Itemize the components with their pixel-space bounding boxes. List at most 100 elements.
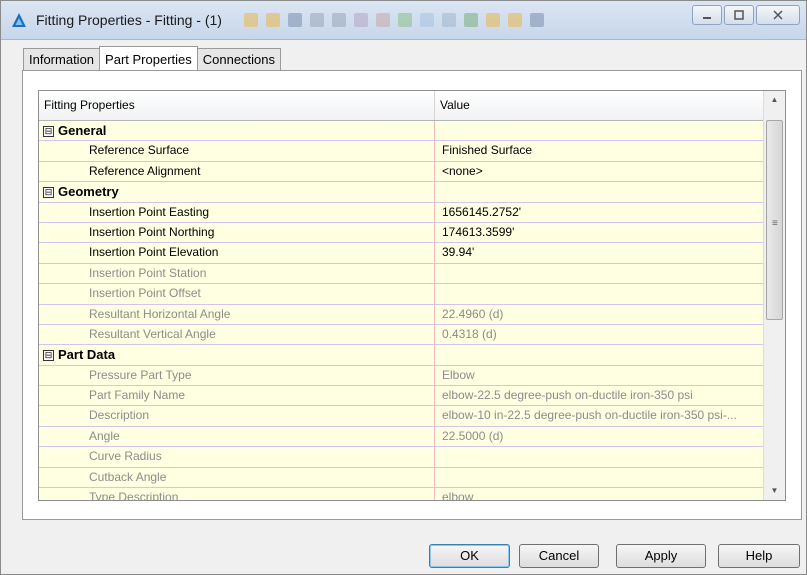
property-row[interactable]: Pressure Part Type Elbow (39, 365, 785, 387)
tab-connections[interactable]: Connections (196, 48, 282, 70)
category-cell: ⊟ Part Data (39, 345, 435, 365)
category-label: General (58, 123, 107, 138)
property-name: Curve Radius (39, 447, 435, 467)
close-icon (773, 10, 783, 20)
property-value: elbow-10 in-22.5 degree-push on-ductile … (442, 408, 737, 423)
collapse-icon[interactable]: ⊟ (43, 187, 54, 199)
category-label: Part Data (58, 347, 116, 363)
layer-icon (398, 13, 412, 27)
property-name: Insertion Point Station (39, 263, 435, 284)
property-name: Insertion Point Offset (39, 284, 435, 304)
category-row[interactable]: ⊟ Part Data (39, 345, 785, 366)
property-value: elbow-22.5 degree-push on-ductile iron-3… (442, 388, 693, 403)
redo-icon (332, 13, 346, 27)
property-value[interactable]: 174613.3599' (435, 223, 765, 242)
property-row[interactable]: Part Family Name elbow-22.5 degree-push o… (39, 386, 785, 407)
property-name: Description (39, 406, 435, 426)
minimize-icon (703, 17, 711, 19)
property-row[interactable]: Insertion Point Easting 1656145.2752' (39, 202, 785, 223)
scroll-down-icon[interactable]: ▼ (764, 482, 785, 500)
property-row[interactable]: Resultant Vertical Angle 0.4318 (d) (39, 324, 785, 346)
pan-icon (442, 13, 456, 27)
property-name: Resultant Horizontal Angle (39, 304, 435, 324)
property-row[interactable]: Cutback Angle (39, 467, 785, 489)
property-row[interactable]: Resultant Horizontal Angle 22.4960 (d) (39, 304, 785, 325)
category-label: Geometry (58, 184, 119, 200)
property-name: Insertion Point Northing (39, 222, 435, 243)
property-value (435, 121, 765, 140)
category-cell: ⊟ General (39, 121, 435, 141)
property-value (435, 264, 765, 283)
property-name: Resultant Vertical Angle (39, 324, 435, 345)
property-name: Insertion Point Easting (39, 202, 435, 222)
column-header-fitting-properties[interactable]: Fitting Properties (39, 91, 435, 120)
property-row[interactable]: Curve Radius (39, 447, 785, 468)
tab-part-properties[interactable]: Part Properties (99, 46, 198, 70)
property-value[interactable]: Finished Surface (435, 141, 765, 160)
category-row[interactable]: ⊟ Geometry (39, 182, 785, 203)
fitting-properties-dialog: Fitting Properties - Fitting - (1) Infor… (0, 0, 807, 575)
property-row[interactable]: Reference Alignment <none> (39, 161, 785, 183)
folder-icon (486, 13, 500, 27)
undo-icon (310, 13, 324, 27)
property-row[interactable]: Type Description elbow (39, 488, 785, 501)
property-name: Angle (39, 426, 435, 447)
property-value: Elbow (442, 367, 475, 382)
apply-button[interactable]: Apply (616, 544, 706, 568)
tab-strip: Information Part Properties Connections (23, 46, 282, 71)
tab-panel: Fitting Properties Value ⊟ General Referen… (22, 70, 802, 520)
category-row[interactable]: ⊟ General (39, 121, 785, 142)
cancel-button[interactable]: Cancel (519, 544, 599, 568)
maximize-icon (734, 10, 744, 20)
property-name: Reference Surface (39, 141, 435, 161)
property-value: 0.4318 (d) (442, 326, 497, 341)
property-row[interactable]: Insertion Point Offset (39, 284, 785, 305)
folder-icon (244, 13, 258, 27)
property-name: Part Family Name (39, 386, 435, 406)
ok-button[interactable]: OK (429, 544, 510, 568)
grid-header: Fitting Properties Value (39, 91, 785, 121)
property-value: elbow (442, 490, 474, 501)
title-bar[interactable]: Fitting Properties - Fitting - (1) (1, 1, 806, 40)
window-title: Fitting Properties - Fitting - (1) (36, 12, 222, 28)
property-name: Cutback Angle (39, 467, 435, 488)
property-row[interactable]: Insertion Point Station (39, 263, 785, 285)
match-properties-icon (420, 13, 434, 27)
collapse-icon[interactable]: ⊟ (43, 350, 54, 362)
property-name: Insertion Point Elevation (39, 243, 435, 263)
property-row[interactable]: Insertion Point Elevation 39.94' (39, 243, 785, 264)
property-value (435, 284, 765, 303)
maximize-button[interactable] (724, 5, 754, 25)
collapse-icon[interactable]: ⊟ (43, 126, 54, 138)
property-row[interactable]: Insertion Point Northing 174613.3599' (39, 222, 785, 244)
property-value[interactable]: 39.94' (435, 243, 765, 262)
property-row[interactable]: Angle 22.5000 (d) (39, 426, 785, 448)
folder-icon (508, 13, 522, 27)
property-value (435, 447, 765, 466)
property-row[interactable]: Description elbow-10 in-22.5 degree-push … (39, 406, 785, 427)
grip-icon: ≡ (772, 218, 778, 229)
column-header-value[interactable]: Value (435, 91, 765, 120)
property-value (435, 468, 765, 487)
save-icon (288, 13, 302, 27)
category-cell: ⊟ Geometry (39, 182, 435, 202)
measure-icon (354, 13, 368, 27)
property-row[interactable]: Reference Surface Finished Surface (39, 141, 785, 162)
property-value: 22.5000 (d) (442, 428, 504, 443)
scroll-thumb[interactable]: ≡ (766, 120, 783, 320)
tab-information[interactable]: Information (23, 48, 101, 70)
property-value (435, 345, 765, 364)
property-value: 22.4960 (d) (442, 306, 504, 321)
quick-access-toolbar (244, 10, 714, 30)
window-controls (692, 5, 800, 25)
help-button[interactable]: Help (718, 544, 800, 568)
vertical-scrollbar[interactable]: ▲ ≡ ▼ (763, 91, 785, 500)
property-value[interactable]: 1656145.2752' (435, 203, 765, 222)
minimize-button[interactable] (692, 5, 722, 25)
property-value[interactable]: <none> (435, 162, 765, 181)
save-icon (530, 13, 544, 27)
close-button[interactable] (756, 5, 800, 25)
autocad-civil-app-icon (12, 13, 26, 27)
zoom-icon (376, 13, 390, 27)
scroll-up-icon[interactable]: ▲ (764, 91, 785, 109)
